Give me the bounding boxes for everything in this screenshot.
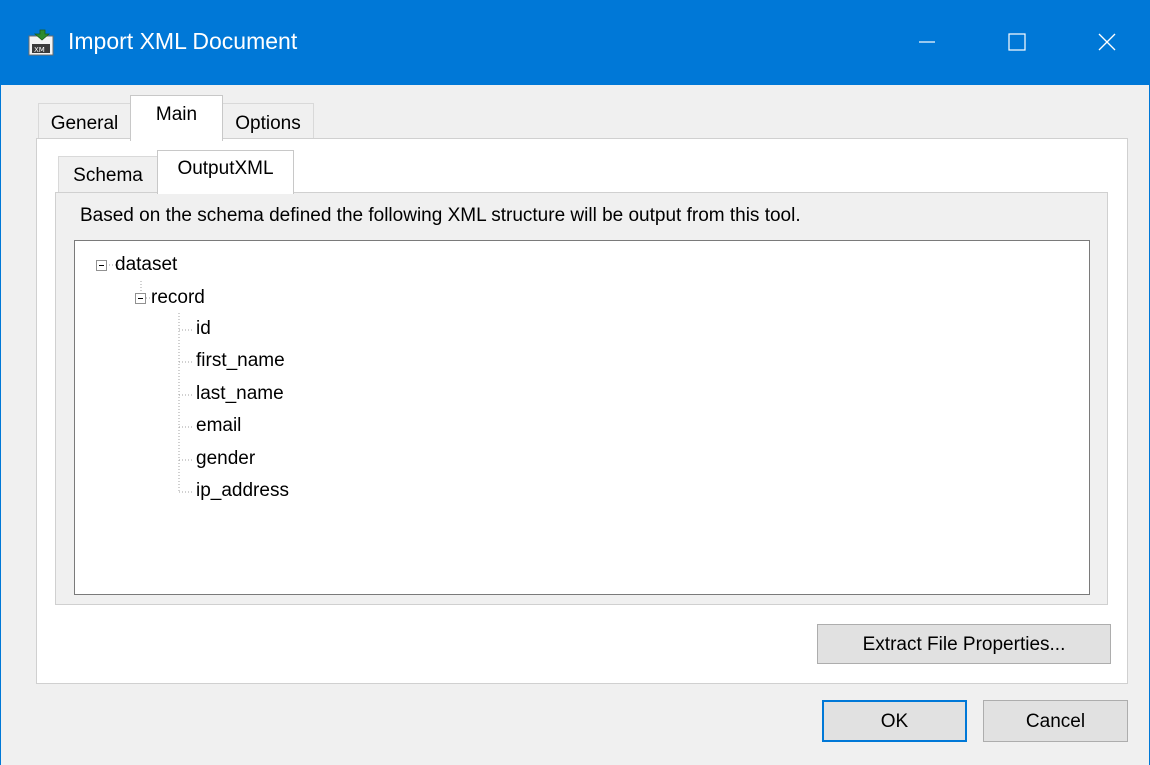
import-xml-dialog: XM Import XML Document General Main Opti… [0,0,1150,765]
tab-general[interactable]: General [38,103,131,139]
tab-schema[interactable]: Schema [58,156,158,192]
minimize-button[interactable] [882,0,972,85]
cancel-button-label: Cancel [1025,711,1086,732]
tree-leaf-email[interactable]: email [196,415,241,437]
tab-outputxml-label: OutputXML [177,158,274,179]
maximize-button[interactable] [972,0,1062,85]
ok-button-label: OK [880,711,909,732]
tree-leaf-ip-address[interactable]: ip_address [196,480,289,502]
tab-schema-label: Schema [73,165,143,186]
window-border-left [0,85,1,765]
maximize-icon [1008,33,1026,51]
title-bar[interactable]: XM Import XML Document [0,0,1150,85]
tab-general-label: General [50,113,119,134]
tree-leaf-last-name[interactable]: last_name [196,383,284,405]
tab-main-label: Main [155,104,198,125]
extract-button-label: Extract File Properties... [862,634,1066,655]
xml-document-icon: XM [28,29,54,56]
extract-file-properties-button[interactable]: Extract File Properties... [817,624,1111,664]
tree-leaf-id[interactable]: id [196,318,211,340]
tab-options[interactable]: Options [222,103,314,139]
tree-leaf-gender[interactable]: gender [196,448,255,470]
tab-outputxml[interactable]: OutputXML [157,150,294,194]
svg-text:XM: XM [34,46,45,54]
tree-node-record[interactable]: record [151,287,205,309]
close-button[interactable] [1062,0,1150,85]
close-icon [1098,33,1116,51]
collapse-dataset-icon[interactable] [96,260,107,271]
tab-options-label: Options [235,113,301,134]
output-description: Based on the schema defined the followin… [80,205,801,226]
tab-main[interactable]: Main [130,95,223,141]
cancel-button[interactable]: Cancel [983,700,1128,742]
xml-structure-tree[interactable]: dataset record id first_name last_name e… [74,240,1090,595]
tree-node-dataset[interactable]: dataset [115,254,177,276]
tree-leaf-first-name[interactable]: first_name [196,350,285,372]
minimize-icon [919,41,935,43]
ok-button[interactable]: OK [822,700,967,742]
window-title: Import XML Document [68,28,298,54]
collapse-record-icon[interactable] [135,293,146,304]
